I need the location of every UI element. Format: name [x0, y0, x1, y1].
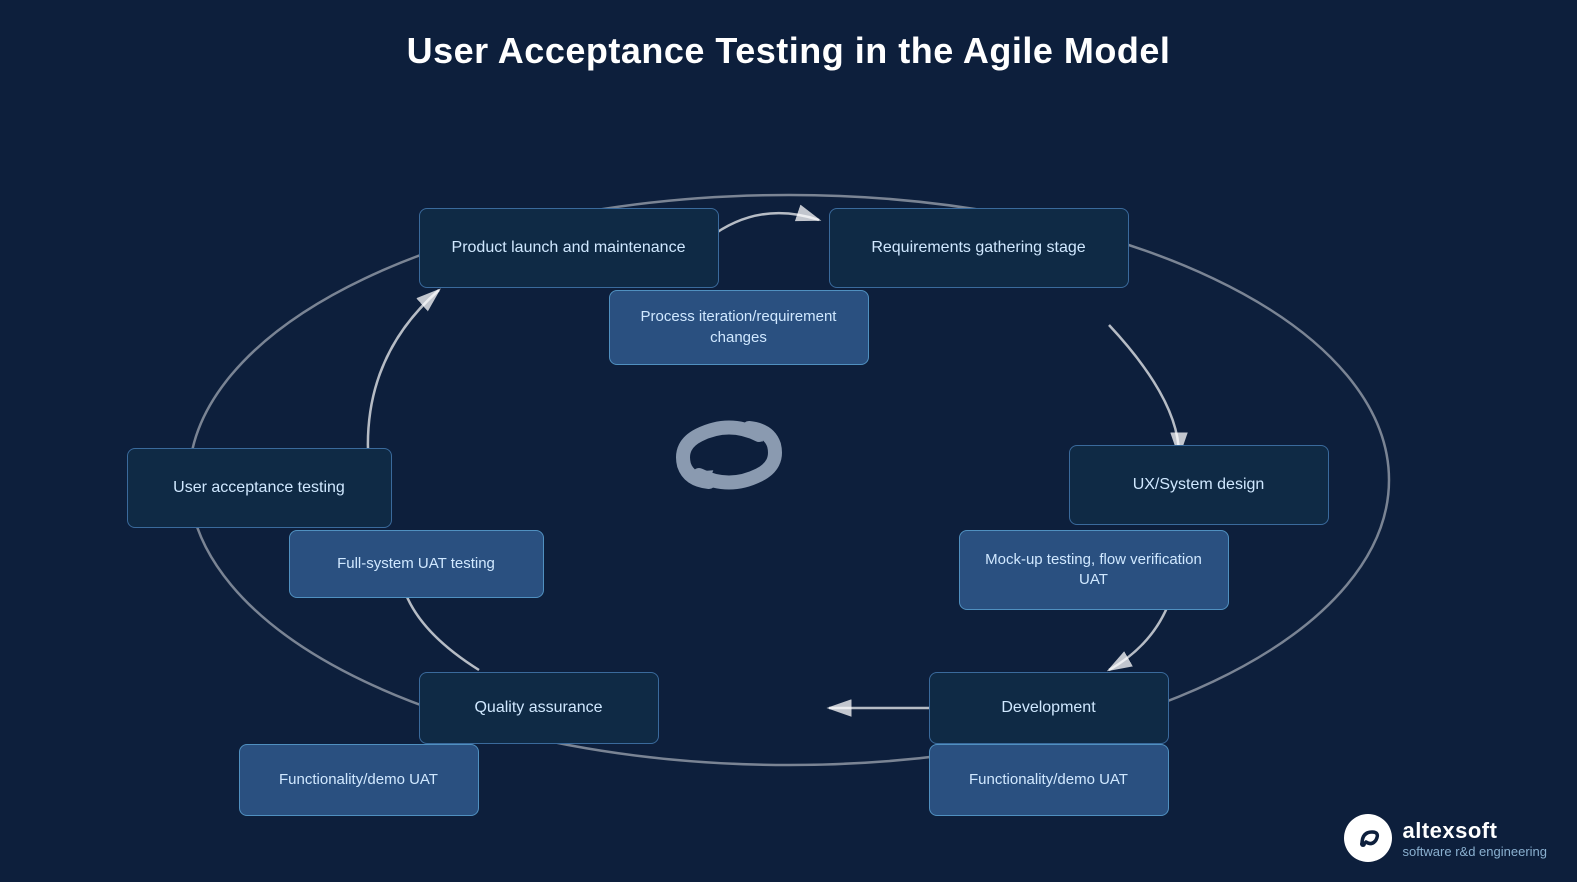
logo-icon — [1344, 814, 1392, 862]
center-arrows — [629, 400, 829, 510]
requirements-box: Requirements gathering stage — [829, 208, 1129, 288]
page-title: User Acceptance Testing in the Agile Mod… — [0, 0, 1577, 72]
logo: altexsoft software r&d engineering — [1344, 814, 1547, 862]
quality-assurance-box: Quality assurance — [419, 672, 659, 744]
logo-name: altexsoft — [1402, 818, 1547, 844]
diagram-container: Product launch and maintenance Requireme… — [89, 90, 1489, 850]
ux-design-box: UX/System design — [1069, 445, 1329, 525]
user-acceptance-box: User acceptance testing — [127, 448, 392, 528]
product-launch-box: Product launch and maintenance — [419, 208, 719, 288]
mockup-testing-box: Mock-up testing, flow verification UAT — [959, 530, 1229, 610]
development-box: Development — [929, 672, 1169, 744]
logo-subtitle: software r&d engineering — [1402, 844, 1547, 859]
functionality-demo-left-box: Functionality/demo UAT — [239, 744, 479, 816]
functionality-demo-right-box: Functionality/demo UAT — [929, 744, 1169, 816]
logo-text: altexsoft software r&d engineering — [1402, 818, 1547, 859]
process-iteration-box: Process iteration/requirement changes — [609, 290, 869, 365]
full-system-uat-box: Full-system UAT testing — [289, 530, 544, 598]
